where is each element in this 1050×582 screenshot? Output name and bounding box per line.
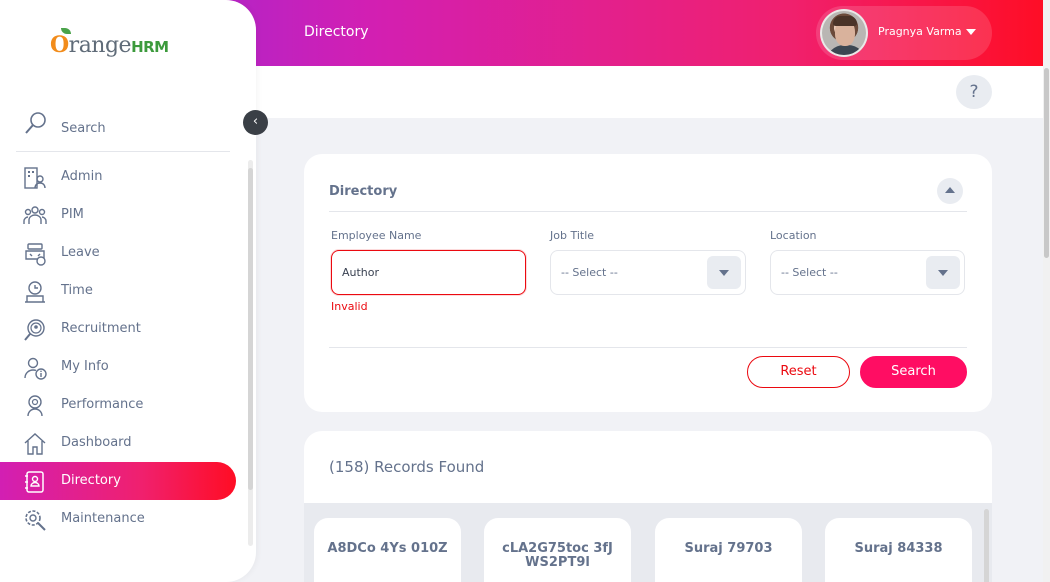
sidebar-item-maintenance[interactable]: Maintenance bbox=[0, 500, 246, 538]
sidebar: OrangeHRM Search Admin PIM Leave Time Re… bbox=[0, 0, 256, 582]
directory-filter-card: Directory Employee Name Author Invalid J… bbox=[304, 154, 992, 412]
page-scrollbar[interactable] bbox=[1044, 68, 1049, 258]
orangehrm-logo: OrangeHRM bbox=[50, 28, 169, 58]
employee-name: Suraj 84338 bbox=[854, 541, 943, 556]
job-title-label: Job Title bbox=[550, 229, 595, 242]
help-button[interactable]: ? bbox=[956, 75, 992, 109]
user-name: Pragnya Varma bbox=[878, 25, 962, 38]
sidebar-item-time[interactable]: Time bbox=[0, 272, 246, 310]
sidebar-item-label: Admin bbox=[61, 169, 103, 184]
sidebar-item-recruitment[interactable]: Recruitment bbox=[0, 310, 246, 348]
sidebar-search[interactable]: Search bbox=[16, 106, 230, 152]
job-title-value: -- Select -- bbox=[561, 266, 618, 279]
sidebar-item-label: Recruitment bbox=[61, 321, 141, 336]
chevron-down-icon[interactable] bbox=[707, 256, 741, 289]
job-title-select[interactable]: -- Select -- bbox=[550, 250, 746, 295]
employee-name-label: Employee Name bbox=[331, 229, 422, 242]
location-select[interactable]: -- Select -- bbox=[770, 250, 965, 295]
user-dropdown[interactable]: Pragnya Varma bbox=[816, 6, 992, 60]
sidebar-item-admin[interactable]: Admin bbox=[0, 158, 246, 196]
sidebar-item-label: Dashboard bbox=[61, 435, 132, 450]
leave-icon bbox=[25, 243, 46, 266]
admin-icon bbox=[24, 167, 46, 189]
sidebar-item-label: Directory bbox=[61, 473, 121, 488]
sidebar-item-pim[interactable]: PIM bbox=[0, 196, 246, 234]
sidebar-item-performance[interactable]: Performance bbox=[0, 386, 246, 424]
time-icon bbox=[25, 281, 45, 303]
pim-icon bbox=[23, 206, 47, 224]
dashboard-icon bbox=[24, 433, 46, 455]
sidebar-item-leave[interactable]: Leave bbox=[0, 234, 246, 272]
collapse-sidebar-button[interactable]: ‹ bbox=[243, 110, 268, 135]
logo-hrm: HRM bbox=[131, 38, 169, 56]
records-scrollbar[interactable] bbox=[984, 509, 989, 582]
divider bbox=[329, 211, 967, 212]
employee-card[interactable]: A8DCo 4Ys 010Z bbox=[314, 518, 461, 582]
employee-name-error: Invalid bbox=[331, 300, 368, 313]
location-label: Location bbox=[770, 229, 817, 242]
sidebar-item-my-info[interactable]: My Info bbox=[0, 348, 246, 386]
main-menu: Admin PIM Leave Time Recruitment My Info… bbox=[0, 158, 246, 538]
sidebar-item-label: Maintenance bbox=[61, 511, 145, 526]
avatar bbox=[820, 9, 868, 57]
divider bbox=[329, 347, 967, 348]
employee-card[interactable]: Suraj 79703 bbox=[655, 518, 802, 582]
sidebar-item-label: Leave bbox=[61, 245, 100, 260]
my-info-icon bbox=[24, 357, 47, 380]
sub-header bbox=[256, 66, 1050, 118]
employee-name-input[interactable]: Author bbox=[331, 250, 526, 295]
sidebar-scrollbar[interactable] bbox=[248, 168, 253, 490]
employee-card[interactable]: Suraj 84338 bbox=[825, 518, 972, 582]
performance-icon bbox=[27, 395, 43, 417]
logo-o: O bbox=[50, 32, 69, 58]
sidebar-item-label: Performance bbox=[61, 397, 144, 412]
employee-name: cLA2G75toc 3fJ WS2PT9l bbox=[502, 541, 613, 570]
page-title: Directory bbox=[304, 24, 369, 40]
employee-name: A8DCo 4Ys 010Z bbox=[327, 541, 448, 556]
directory-icon bbox=[25, 471, 44, 493]
employee-grid: A8DCo 4Ys 010Z cLA2G75toc 3fJ WS2PT9l Su… bbox=[304, 503, 992, 582]
records-card: (158) Records Found A8DCo 4Ys 010Z cLA2G… bbox=[304, 431, 992, 582]
records-count: (158) Records Found bbox=[329, 458, 485, 476]
reset-button[interactable]: Reset bbox=[747, 356, 850, 388]
sidebar-search-label: Search bbox=[61, 121, 106, 136]
employee-name: Suraj 79703 bbox=[684, 541, 773, 556]
chevron-down-icon[interactable] bbox=[926, 256, 960, 289]
search-icon bbox=[25, 112, 46, 134]
caret-down-icon bbox=[966, 29, 976, 35]
filter-title: Directory bbox=[329, 184, 398, 199]
maintenance-icon bbox=[25, 510, 46, 531]
location-value: -- Select -- bbox=[781, 266, 838, 279]
page-scrollbar-track bbox=[1043, 0, 1050, 582]
sidebar-item-dashboard[interactable]: Dashboard bbox=[0, 424, 246, 462]
sidebar-item-directory[interactable]: Directory bbox=[0, 462, 236, 500]
sidebar-item-label: My Info bbox=[61, 359, 109, 374]
employee-card[interactable]: cLA2G75toc 3fJ WS2PT9l bbox=[484, 518, 631, 582]
collapse-filter-button[interactable] bbox=[937, 178, 963, 204]
sidebar-item-label: PIM bbox=[61, 207, 84, 222]
logo-range: range bbox=[68, 33, 132, 58]
recruitment-icon bbox=[24, 319, 45, 341]
search-button[interactable]: Search bbox=[860, 356, 967, 388]
sidebar-item-label: Time bbox=[61, 283, 93, 298]
